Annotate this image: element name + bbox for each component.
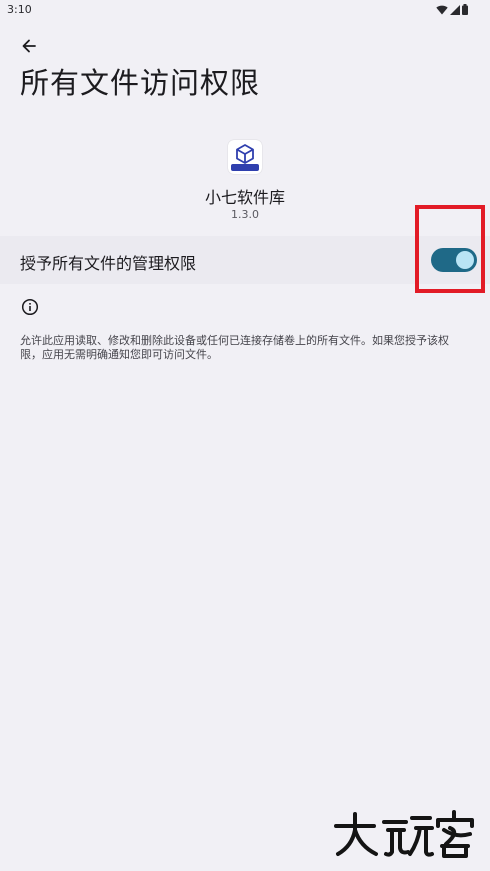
wifi-icon <box>436 5 448 14</box>
app-icon <box>228 140 262 174</box>
arrow-left-icon <box>22 39 36 53</box>
status-icons <box>436 4 468 15</box>
info-icon <box>21 298 39 316</box>
permission-label: 授予所有文件的管理权限 <box>20 254 197 273</box>
app-icon-band <box>231 164 259 171</box>
page-title: 所有文件访问权限 <box>20 66 261 100</box>
watermark-logo <box>334 810 474 858</box>
signal-icon <box>450 4 460 15</box>
battery-icon <box>462 4 468 15</box>
status-time: 3:10 <box>7 3 32 16</box>
status-bar: 3:10 <box>0 0 490 22</box>
permission-description: 允许此应用读取、修改和删除此设备或任何已连接存储卷上的所有文件。如果您授予该权限… <box>20 334 449 361</box>
back-button[interactable] <box>14 32 44 60</box>
highlight-box <box>415 205 485 293</box>
